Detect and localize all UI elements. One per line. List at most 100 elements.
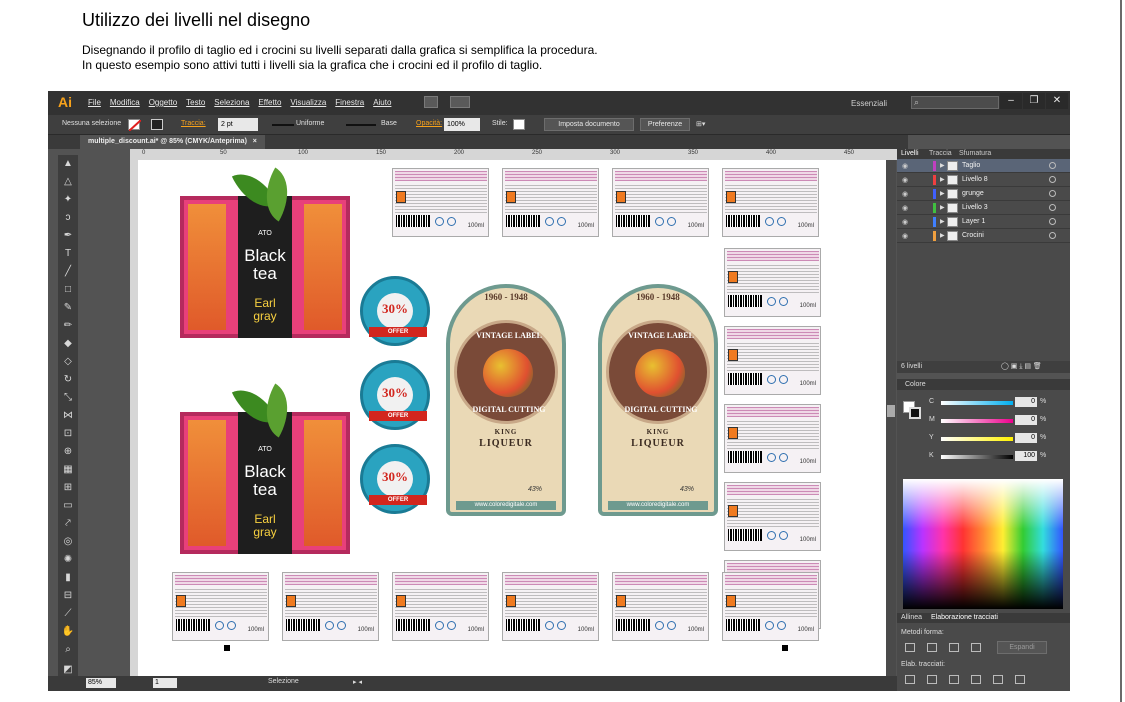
eyedropper-tool-icon[interactable]: ⤤	[61, 517, 75, 531]
stroke-swatch[interactable]	[151, 119, 163, 130]
discount-badge[interactable]: 30% OFFER	[360, 360, 430, 430]
vertical-scrollbar[interactable]	[886, 160, 896, 676]
perspective-grid-tool-icon[interactable]: ▦	[61, 463, 75, 477]
tab-sfumatura[interactable]: Sfumatura	[959, 150, 991, 157]
width-tool-icon[interactable]: ⋈	[61, 409, 75, 423]
stroke-label[interactable]: Traccia:	[181, 120, 206, 127]
expand-arrow-icon[interactable]: ▶	[940, 232, 945, 239]
cmyk-slider[interactable]	[941, 437, 1013, 441]
cmyk-slider[interactable]	[941, 455, 1013, 459]
info-label[interactable]: 100ml	[722, 572, 819, 641]
profile-label[interactable]: Uniforme	[296, 120, 324, 127]
info-label[interactable]: 100ml	[724, 482, 821, 551]
menu-visualizza[interactable]: Visualizza	[290, 98, 326, 107]
visibility-eye-icon[interactable]: ◉	[902, 190, 908, 198]
minus-front-icon[interactable]	[927, 643, 937, 652]
layer-actions-icon[interactable]: ◯ ▣ ⤓ ▤ 🗑	[1001, 362, 1042, 371]
expand-arrow-icon[interactable]: ▶	[940, 176, 945, 183]
layer-row[interactable]: ◉ ▶ Layer 1	[897, 215, 1070, 229]
menu-testo[interactable]: Testo	[186, 98, 205, 107]
layer-row[interactable]: ◉ ▶ Taglio	[897, 159, 1070, 173]
layer-target-icon[interactable]	[1049, 204, 1056, 211]
fill-swatch[interactable]	[128, 119, 142, 132]
menu-oggetto[interactable]: Oggetto	[149, 98, 177, 107]
close-tab-icon[interactable]: ×	[253, 138, 257, 145]
expand-button[interactable]: Espandi	[997, 641, 1047, 654]
visibility-eye-icon[interactable]: ◉	[902, 176, 908, 184]
crop-icon[interactable]	[971, 675, 981, 684]
paintbrush-tool-icon[interactable]: ✎	[61, 301, 75, 315]
eraser-tool-icon[interactable]: ◇	[61, 355, 75, 369]
scrollbar-thumb[interactable]	[887, 405, 895, 417]
magic-wand-tool-icon[interactable]: ✦	[61, 193, 75, 207]
mesh-tool-icon[interactable]: ⊞	[61, 481, 75, 495]
menu-file[interactable]: File	[88, 98, 101, 107]
color-panel-title[interactable]: Colore	[905, 381, 926, 388]
black-tea-label[interactable]: ATO Black tea Earl gray	[180, 163, 350, 338]
workspace-switcher[interactable]: Essenziali	[851, 99, 887, 108]
document-tab[interactable]: multiple_discount.ai* @ 85% (CMYK/Antepr…	[80, 135, 265, 149]
divide-icon[interactable]	[905, 675, 915, 684]
bridge-icon[interactable]	[424, 96, 438, 108]
tab-traccia[interactable]: Traccia	[929, 150, 952, 157]
zoom-tool-icon[interactable]: ⌕	[61, 643, 75, 657]
info-label[interactable]: 100ml	[612, 572, 709, 641]
zoom-level-input[interactable]: 85%	[86, 678, 116, 688]
minus-back-icon[interactable]	[1015, 675, 1025, 684]
discount-badge[interactable]: 30% OFFER	[360, 444, 430, 514]
menu-effetto[interactable]: Effetto	[258, 98, 281, 107]
brush-label[interactable]: Base	[381, 120, 397, 127]
menu-seleziona[interactable]: Seleziona	[214, 98, 249, 107]
cmyk-value-input[interactable]: 0	[1015, 397, 1037, 407]
rotate-tool-icon[interactable]: ↻	[61, 373, 75, 387]
info-label[interactable]: 100ml	[502, 572, 599, 641]
expand-arrow-icon[interactable]: ▶	[940, 162, 945, 169]
shape-builder-tool-icon[interactable]: ⊕	[61, 445, 75, 459]
pen-tool-icon[interactable]: ✒	[61, 229, 75, 243]
status-arrow-icon[interactable]: ▸ ◂	[353, 678, 362, 686]
gradient-tool-icon[interactable]: ▭	[61, 499, 75, 513]
black-tea-label[interactable]: ATO Black tea Earl gray	[180, 379, 350, 554]
arrange-documents-icon[interactable]	[450, 96, 470, 108]
menu-modifica[interactable]: Modifica	[110, 98, 140, 107]
stroke-weight-input[interactable]: 2 pt	[218, 118, 258, 131]
style-swatch[interactable]	[513, 119, 525, 130]
artboard-tool-icon[interactable]: ⊟	[61, 589, 75, 603]
cmyk-value-input[interactable]: 0	[1015, 433, 1037, 443]
free-transform-tool-icon[interactable]: ⊡	[61, 427, 75, 441]
layer-target-icon[interactable]	[1049, 232, 1056, 239]
layer-target-icon[interactable]	[1049, 176, 1056, 183]
tab-allinea[interactable]: Allinea	[901, 614, 922, 621]
info-label[interactable]: 100ml	[392, 168, 489, 237]
tab-livelli[interactable]: Livelli	[901, 150, 919, 157]
column-graph-tool-icon[interactable]: ▮	[61, 571, 75, 585]
trim-icon[interactable]	[927, 675, 937, 684]
visibility-eye-icon[interactable]: ◉	[902, 204, 908, 212]
close-button[interactable]: ✕	[1046, 93, 1068, 109]
slice-tool-icon[interactable]: ⟋	[61, 607, 75, 621]
menu-aiuto[interactable]: Aiuto	[373, 98, 391, 107]
maximize-button[interactable]: ❐	[1023, 93, 1045, 109]
artboard[interactable]: ATO Black tea Earl gray ATO Black tea Ea…	[138, 160, 886, 676]
visibility-eye-icon[interactable]: ◉	[902, 218, 908, 226]
selection-tool-icon[interactable]: ▲	[61, 157, 75, 171]
rectangle-tool-icon[interactable]: □	[61, 283, 75, 297]
intersect-icon[interactable]	[949, 643, 959, 652]
outline-icon[interactable]	[993, 675, 1003, 684]
preferences-button[interactable]: Preferenze	[640, 118, 690, 131]
info-label[interactable]: 100ml	[172, 572, 269, 641]
cmyk-slider[interactable]	[941, 419, 1013, 423]
info-label[interactable]: 100ml	[502, 168, 599, 237]
cmyk-value-input[interactable]: 100	[1015, 451, 1037, 461]
stroke-swatch-large[interactable]	[909, 407, 921, 419]
menu-finestra[interactable]: Finestra	[335, 98, 364, 107]
info-label[interactable]: 100ml	[612, 168, 709, 237]
tab-elaborazione-tracciati[interactable]: Elaborazione tracciati	[931, 614, 998, 621]
info-label[interactable]: 100ml	[282, 572, 379, 641]
expand-arrow-icon[interactable]: ▶	[940, 190, 945, 197]
minimize-button[interactable]: –	[1000, 93, 1022, 109]
hand-tool-icon[interactable]: ✋	[61, 625, 75, 639]
info-label[interactable]: 100ml	[724, 326, 821, 395]
opacity-label[interactable]: Opacità:	[416, 120, 442, 127]
blob-brush-tool-icon[interactable]: ◆	[61, 337, 75, 351]
